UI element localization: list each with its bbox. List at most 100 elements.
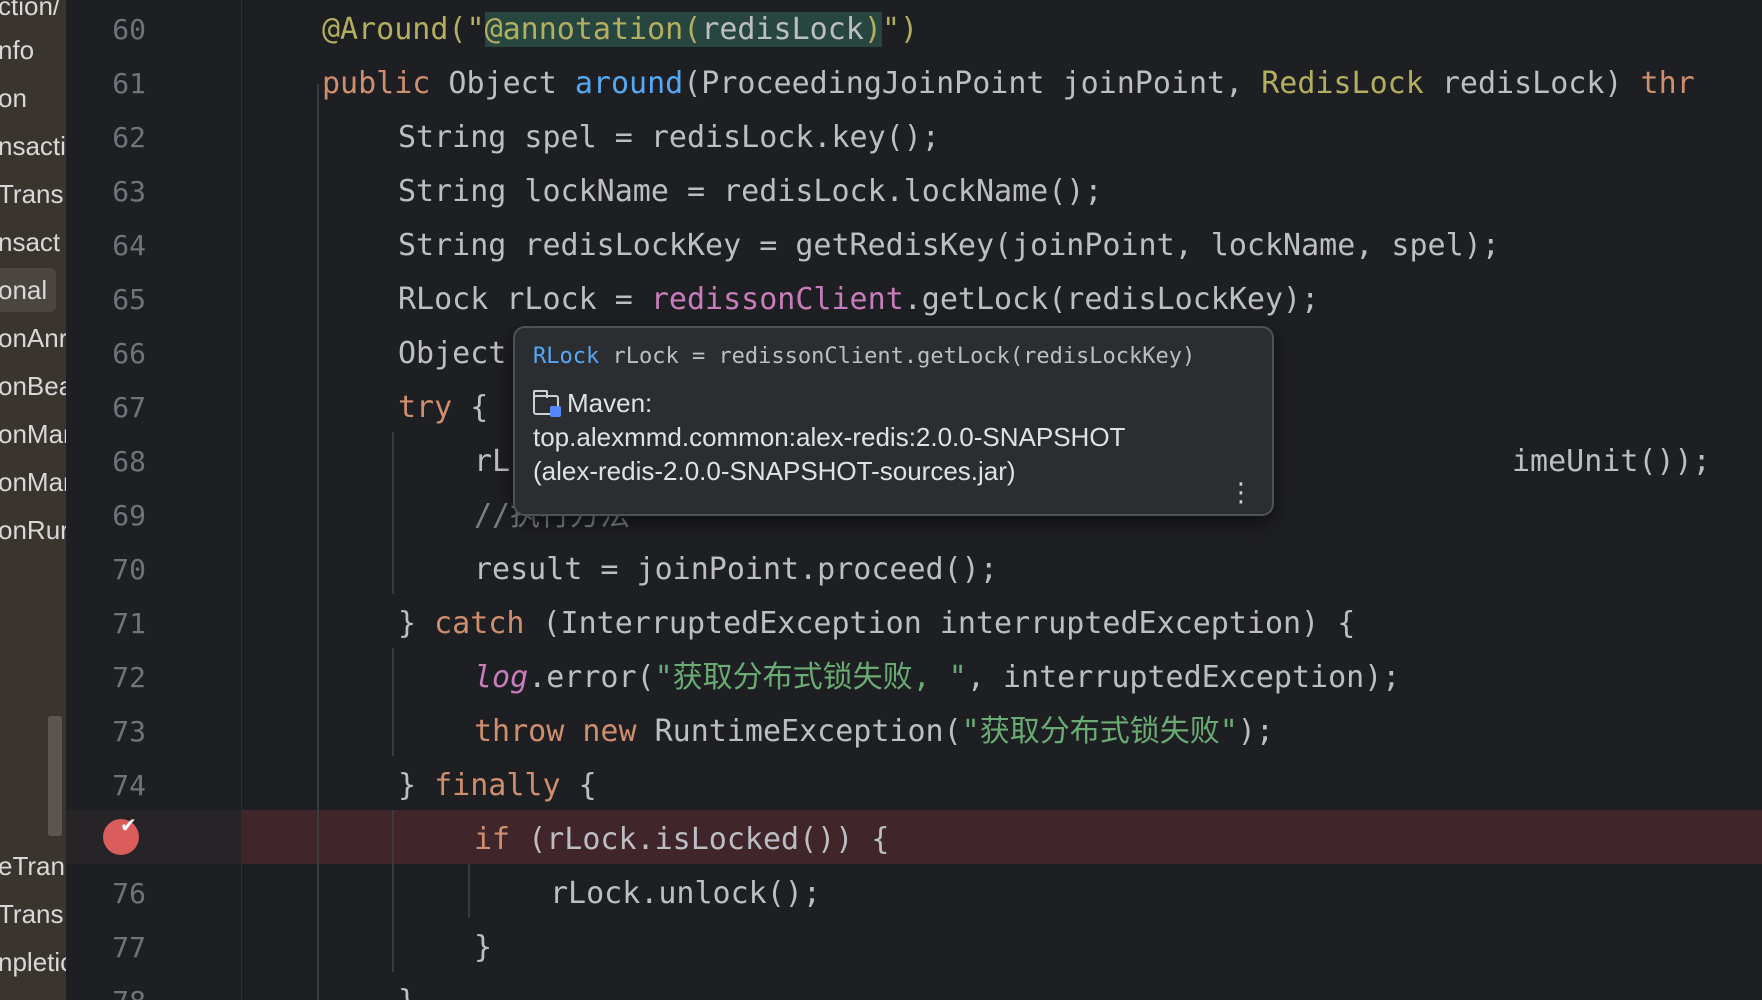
keyword-token: throw new <box>474 714 637 749</box>
field-token: log <box>474 660 529 695</box>
line-number: 68 <box>112 445 146 478</box>
code-text: , interruptedException); <box>966 660 1401 695</box>
code-text: String spel = redisLock.key(); <box>398 120 940 155</box>
line-number: 61 <box>112 67 146 100</box>
keyword-token: if <box>474 822 511 857</box>
breakpoint-verified-check-icon: ✔ <box>120 813 137 837</box>
code-line-63[interactable]: String lockName = redisLock.lockName(); <box>242 165 1762 219</box>
line-number: 78 <box>66 975 146 1000</box>
line-number: 73 <box>112 715 146 748</box>
string-token: "获取分布式锁失败" <box>961 714 1238 749</box>
line-number: 71 <box>112 607 146 640</box>
popup-library-label: Maven: <box>567 388 653 418</box>
code-line-65[interactable]: RLock rLock = redissonClient.getLock(red… <box>242 273 1762 327</box>
annotation-token: ) <box>863 12 882 47</box>
param-token: redisLock <box>701 12 864 47</box>
line-number: 70 <box>112 553 146 586</box>
code-text: String lockName = redisLock.lockName(); <box>398 174 1103 209</box>
quick-doc-popup[interactable]: RLock rLock = redissonClient.getLock(red… <box>513 326 1274 516</box>
library-folder-icon <box>533 390 561 417</box>
line-number: 69 <box>112 499 146 532</box>
tree-item[interactable]: onMar <box>0 460 66 504</box>
code-line-62[interactable]: String spel = redisLock.key(); <box>242 111 1762 165</box>
code-text: RLock rLock = <box>398 282 651 317</box>
code-text: } <box>398 768 435 803</box>
code-text: imeUnit()); <box>1512 444 1711 479</box>
tree-item[interactable]: nsact <box>0 220 66 264</box>
gutter-breakpoint-row <box>66 810 242 864</box>
tree-item[interactable]: nfo <box>0 28 66 72</box>
tree-item[interactable]: onBea <box>0 364 66 408</box>
tree-item[interactable]: onMar <box>0 412 66 456</box>
tree-item[interactable]: Trans <box>0 892 66 936</box>
code-text: Object <box>430 66 575 101</box>
line-number: 74 <box>112 769 146 802</box>
tree-item[interactable]: npletic <box>0 940 66 984</box>
annotation-token: ") <box>881 12 919 47</box>
code-line-76[interactable]: rLock.unlock(); <box>242 867 1762 921</box>
sidebar-scrollbar[interactable] <box>48 716 62 836</box>
popup-library-jar: (alex-redis-2.0.0-SNAPSHOT-sources.jar) <box>533 456 1016 486</box>
line-number: 66 <box>112 337 146 370</box>
annotation-token: @annotation( <box>484 12 702 47</box>
tree-item[interactable]: Trans <box>0 172 66 216</box>
method-name-token: around <box>574 66 684 101</box>
project-tree-panel: ction/ nfo on nsacti Trans nsact onal on… <box>0 0 66 1000</box>
code-text: rL <box>474 444 511 479</box>
line-number: 64 <box>112 229 146 262</box>
keyword-token: try <box>398 390 453 425</box>
annotation-token: @Around(" <box>322 12 485 47</box>
line-number: 60 <box>112 13 146 46</box>
code-line-78[interactable]: } <box>242 975 1762 1000</box>
code-line-73[interactable]: throw new RuntimeException("获取分布式锁失败"); <box>242 705 1762 759</box>
code-line-74[interactable]: } finally { <box>242 759 1762 813</box>
line-number: 63 <box>112 175 146 208</box>
code-line-61[interactable]: public Object around(ProceedingJoinPoint… <box>242 57 1762 111</box>
code-text: RuntimeException( <box>636 714 962 749</box>
code-text: result = joinPoint.proceed(); <box>474 552 998 587</box>
type-token: RedisLock <box>1261 66 1424 101</box>
code-text: { <box>452 390 489 425</box>
line-number: 67 <box>112 391 146 424</box>
code-text: rLock.unlock(); <box>550 876 821 911</box>
tree-item[interactable]: onAnr <box>0 316 66 360</box>
code-text: (ProceedingJoinPoint joinPoint, <box>683 66 1262 101</box>
keyword-token: public <box>322 66 431 101</box>
code-line-72[interactable]: log.error("获取分布式锁失败, ", interruptedExcep… <box>242 651 1762 705</box>
line-number: 62 <box>112 121 146 154</box>
code-text: .error( <box>528 660 655 695</box>
tree-item[interactable]: ction/ <box>0 0 66 28</box>
code-line-75[interactable]: if (rLock.isLocked()) { <box>242 813 1762 867</box>
tree-item-selected[interactable]: onal <box>0 268 56 312</box>
popup-library-coords: top.alexmmd.common:alex-redis:2.0.0-SNAP… <box>533 422 1126 452</box>
code-line-70[interactable]: result = joinPoint.proceed(); <box>242 543 1762 597</box>
line-number: 65 <box>112 283 146 316</box>
line-number: 77 <box>112 931 146 964</box>
string-token: "获取分布式锁失败, " <box>654 660 967 695</box>
popup-signature-text: rLock = redissonClient.getLock(redisLock… <box>599 344 1196 369</box>
code-text: } <box>398 606 435 641</box>
tree-item[interactable]: eTran <box>0 844 66 888</box>
code-line-60[interactable]: @Around("@annotation(redisLock)") <box>242 3 1762 57</box>
code-text: (InterruptedException interruptedExcepti… <box>524 606 1356 641</box>
code-text: Object <box>398 336 507 371</box>
code-line-77[interactable]: } <box>242 921 1762 975</box>
code-text: } <box>398 984 416 1000</box>
code-text: } <box>474 930 493 965</box>
code-line-64[interactable]: String redisLockKey = getRedisKey(joinPo… <box>242 219 1762 273</box>
code-text: { <box>560 768 597 803</box>
popup-signature-type[interactable]: RLock <box>533 344 599 369</box>
annotation-arg-highlight: @annotation(redisLock) <box>484 12 882 47</box>
popup-library-info: Maven: top.alexmmd.common:alex-redis:2.0… <box>533 386 1125 488</box>
code-text: (rLock.isLocked()) { <box>510 822 890 857</box>
tree-item[interactable]: onRur <box>0 508 66 552</box>
code-text: String redisLockKey = getRedisKey(joinPo… <box>398 228 1500 263</box>
tree-item[interactable]: nsacti <box>0 124 66 168</box>
code-text: .getLock(redisLockKey); <box>903 282 1320 317</box>
field-token: redissonClient <box>650 282 904 317</box>
code-line-71[interactable]: } catch (InterruptedException interrupte… <box>242 597 1762 651</box>
tree-item[interactable]: on <box>0 76 66 120</box>
line-number: 72 <box>112 661 146 694</box>
popup-signature: RLock rLock = redissonClient.getLock(red… <box>533 344 1195 369</box>
more-options-icon[interactable]: ⋮ <box>1228 480 1254 506</box>
